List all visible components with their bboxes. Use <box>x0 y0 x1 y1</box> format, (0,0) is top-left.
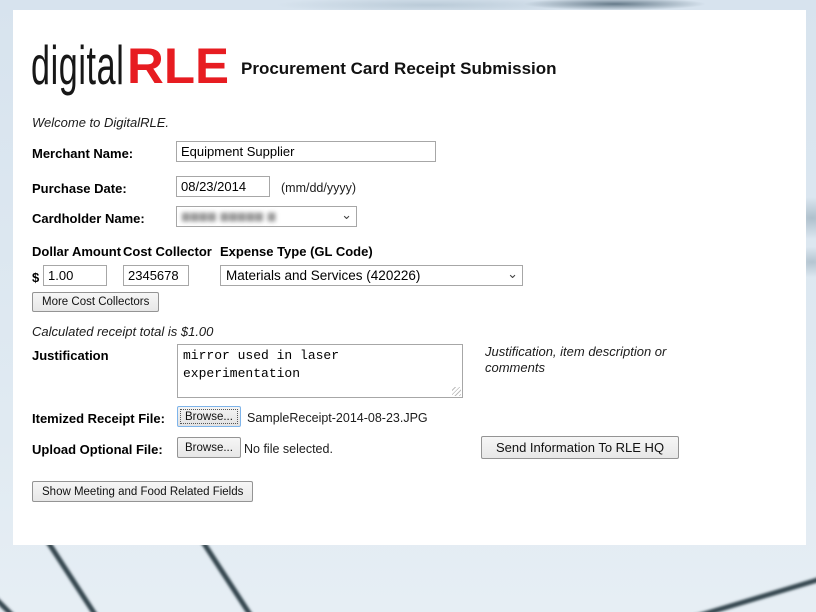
justification-label: Justification <box>32 348 109 363</box>
cardholder-redacted-value: ▆▆▆▆ ▆▆▆▆▆ ▆ <box>182 211 277 222</box>
show-meeting-fields-button[interactable]: Show Meeting and Food Related Fields <box>32 481 254 502</box>
rle-logo-red: RLE <box>127 38 229 94</box>
page-title: Procurement Card Receipt Submission <box>241 59 557 78</box>
justification-textarea[interactable]: mirror used in laser experimentation <box>177 344 463 398</box>
expense-type-header: Expense Type (GL Code) <box>220 244 373 259</box>
itemized-receipt-label: Itemized Receipt File: <box>32 411 165 426</box>
more-cost-collectors-button[interactable]: More Cost Collectors <box>32 292 160 312</box>
itemized-receipt-browse-button[interactable]: Browse... <box>177 406 241 427</box>
purchase-date-input[interactable] <box>176 176 270 197</box>
procurement-form-page: { "icons": { "chevron_down": "⌄" }, "col… <box>0 0 816 612</box>
digitalrle-logo: digital <box>31 34 125 96</box>
chevron-down-icon: ⌄ <box>507 265 518 281</box>
resize-handle-icon[interactable] <box>452 387 461 396</box>
wire-line <box>200 539 252 612</box>
purchase-date-label: Purchase Date: <box>32 181 127 196</box>
itemized-receipt-filename: SampleReceipt-2014-08-23.JPG <box>247 411 428 425</box>
wire-line <box>701 577 816 612</box>
expense-type-select[interactable]: Materials and Services (420226) ⌄ <box>220 265 523 286</box>
dollar-amount-header: Dollar Amount <box>32 244 122 259</box>
dollar-amount-input[interactable] <box>43 265 107 286</box>
optional-file-browse-button[interactable]: Browse... <box>177 437 241 458</box>
send-information-button[interactable]: Send Information To RLE HQ <box>481 436 679 459</box>
calculated-total-text: Calculated receipt total is $1.00 <box>32 324 214 339</box>
wire-line <box>45 539 97 612</box>
optional-file-status: No file selected. <box>244 442 333 456</box>
merchant-name-label: Merchant Name: <box>32 146 134 161</box>
cost-collector-header: Cost Collector <box>123 244 212 259</box>
welcome-text: Welcome to DigitalRLE. <box>32 115 170 130</box>
currency-prefix: $ <box>32 270 40 285</box>
merchant-name-input[interactable] <box>176 141 436 162</box>
cost-collector-input[interactable] <box>123 265 189 286</box>
expense-type-value: Materials and Services (420226) <box>226 268 421 283</box>
optional-file-label: Upload Optional File: <box>32 442 163 457</box>
date-format-hint: (mm/dd/yyyy) <box>281 181 356 195</box>
cardholder-name-select[interactable]: ▆▆▆▆ ▆▆▆▆▆ ▆ ⌄ <box>176 206 357 227</box>
wire-line <box>0 599 13 612</box>
justification-note: Justification, item description or comme… <box>485 344 667 376</box>
cardholder-name-label: Cardholder Name: <box>32 211 145 226</box>
form-panel: digital RLE Procurement Card Receipt Sub… <box>13 10 806 545</box>
chevron-down-icon: ⌄ <box>341 206 352 222</box>
